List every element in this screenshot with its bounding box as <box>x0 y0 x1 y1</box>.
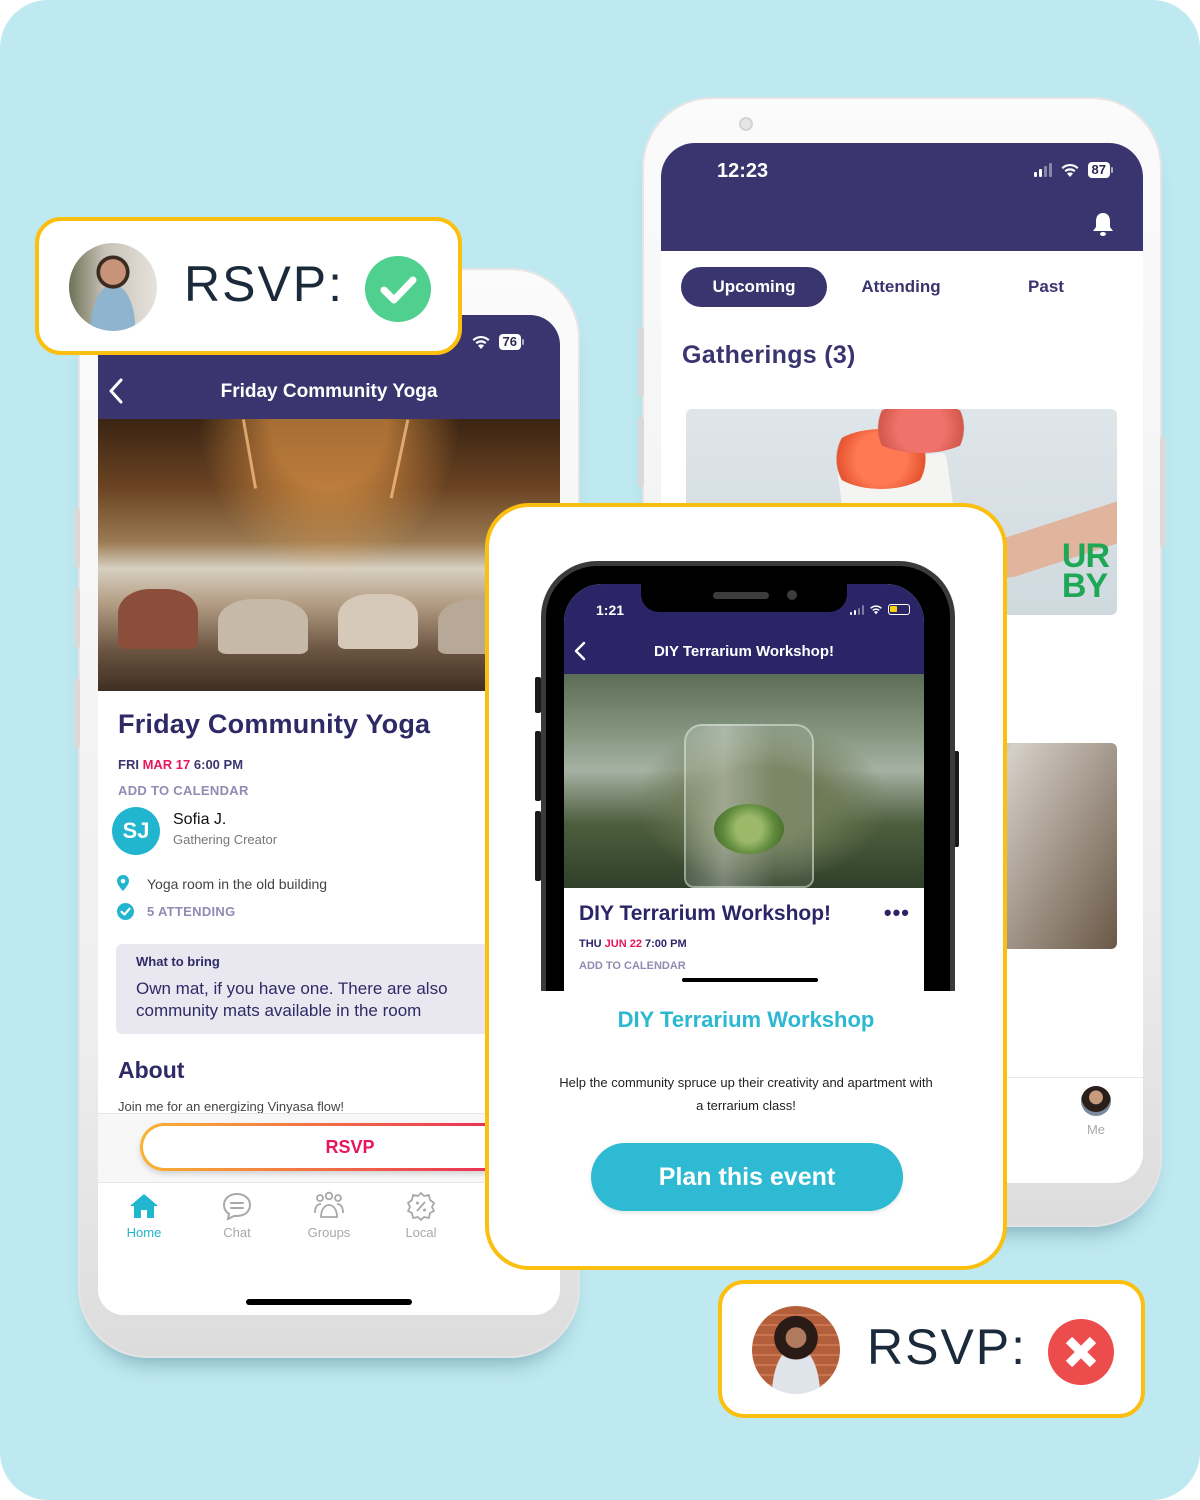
urby-logo: UR BY <box>1061 537 1110 605</box>
wifi-icon <box>472 335 490 349</box>
local-icon <box>407 1192 435 1221</box>
battery-icon: 76 <box>498 334 524 350</box>
avatar <box>69 243 157 331</box>
phone-side-button <box>638 327 644 397</box>
header-title: Friday Community Yoga <box>220 381 438 402</box>
terrarium-event-image <box>564 674 924 888</box>
creator-name[interactable]: Sofia J. <box>173 811 226 829</box>
tab-past[interactable]: Past <box>981 267 1111 307</box>
status-time: 1:21 <box>596 602 625 618</box>
plan-this-event-button[interactable]: Plan this event <box>591 1143 903 1211</box>
check-circle-icon <box>365 256 431 322</box>
rsvp-declined-badge: RSVP: <box>718 1280 1145 1418</box>
nav-label-me: Me <box>1086 1122 1106 1137</box>
status-icons: 76 <box>471 334 524 350</box>
status-time: 12:23 <box>717 160 769 182</box>
template-name: DIY Terrarium Workshop <box>617 1007 875 1032</box>
x-circle-icon <box>1048 1319 1114 1385</box>
yogi-figure <box>218 599 308 654</box>
nav-item-home[interactable]: Home <box>109 1191 179 1240</box>
rsvp-label: RSVP: <box>184 256 345 312</box>
home-icon <box>130 1194 158 1218</box>
background-canvas: 12:23 87 Upcoming Attending Past Gatheri… <box>0 0 1200 1500</box>
nav-item-groups[interactable]: Groups <box>294 1191 364 1240</box>
status-icons <box>850 604 910 615</box>
attending-count[interactable]: 5 ATTENDING <box>147 904 236 919</box>
yogi-figure <box>118 589 198 649</box>
home-indicator <box>682 978 818 982</box>
battery-icon <box>888 604 910 615</box>
terrarium-event-screen: 1:21 DIY Terrarium Workshop! DIY Terrari… <box>564 584 924 996</box>
more-options-icon[interactable]: ••• <box>884 900 910 926</box>
event-location: Yoga room in the old building <box>147 876 328 892</box>
nav-item-me[interactable]: Me <box>1066 1086 1126 1137</box>
event-datetime: THU JUN 22 7:00 PM <box>579 938 687 950</box>
chat-icon <box>222 1192 252 1221</box>
phone-power-button <box>1160 437 1166 547</box>
phone-notch <box>641 584 847 612</box>
rsvp-label: RSVP: <box>867 1319 1028 1375</box>
phone-side-button <box>638 417 644 487</box>
header-title: DIY Terrarium Workshop! <box>653 643 835 660</box>
what-to-bring-text: Own mat, if you have one. There are also… <box>136 979 448 1020</box>
succulent-graphic <box>714 804 784 854</box>
avatar <box>752 1306 840 1394</box>
app-header: 1:21 DIY Terrarium Workshop! <box>564 584 924 674</box>
wifi-icon <box>870 605 882 615</box>
about-heading: About <box>118 1057 185 1083</box>
signal-icon <box>1033 163 1052 177</box>
status-icons: 87 <box>1033 162 1113 178</box>
front-camera <box>739 117 753 131</box>
gatherings-heading: Gatherings (3) <box>682 341 856 369</box>
phone-side-button <box>74 508 80 568</box>
creator-avatar[interactable]: SJ <box>112 807 160 855</box>
creator-role: Gathering Creator <box>173 832 278 847</box>
event-title: Friday Community Yoga <box>118 709 431 739</box>
nav-item-local[interactable]: Local <box>386 1191 456 1240</box>
about-text: Join me for an energizing Vinyasa flow! <box>118 1099 344 1114</box>
home-indicator <box>246 1299 412 1305</box>
phone-side-button <box>74 588 80 648</box>
phone-side-button <box>74 678 80 748</box>
location-pin-icon <box>117 875 129 891</box>
terrarium-phone-mockup: 1:21 DIY Terrarium Workshop! DIY Terrari… <box>541 561 955 996</box>
battery-icon: 87 <box>1087 162 1113 178</box>
attending-check-icon <box>117 903 134 920</box>
signal-icon <box>850 604 864 615</box>
template-description: Help the community spruce up their creat… <box>559 1075 933 1113</box>
terrarium-template-card: 1:21 DIY Terrarium Workshop! DIY Terrari… <box>485 503 1007 1270</box>
rsvp-accepted-badge: RSVP: <box>35 217 462 355</box>
app-header: 12:23 87 <box>661 143 1143 251</box>
me-avatar <box>1081 1086 1111 1116</box>
groups-icon <box>314 1191 344 1218</box>
tab-upcoming[interactable]: Upcoming <box>681 267 827 307</box>
event-datetime: FRI MAR 17 6:00 PM <box>118 757 244 772</box>
add-to-calendar-link[interactable]: ADD TO CALENDAR <box>579 960 686 972</box>
yogi-figure <box>338 594 418 649</box>
notification-bell-icon[interactable] <box>1091 211 1115 237</box>
what-to-bring-label: What to bring <box>136 954 220 969</box>
what-to-bring-box: What to bring Own mat, if you have one. … <box>116 944 546 1034</box>
add-to-calendar-link[interactable]: ADD TO CALENDAR <box>118 783 249 798</box>
nav-item-chat[interactable]: Chat <box>202 1191 272 1240</box>
tab-attending[interactable]: Attending <box>831 267 971 307</box>
event-title: DIY Terrarium Workshop! <box>579 902 832 925</box>
wifi-icon <box>1061 163 1079 177</box>
gatherings-tabs: Upcoming Attending Past <box>681 267 1121 307</box>
